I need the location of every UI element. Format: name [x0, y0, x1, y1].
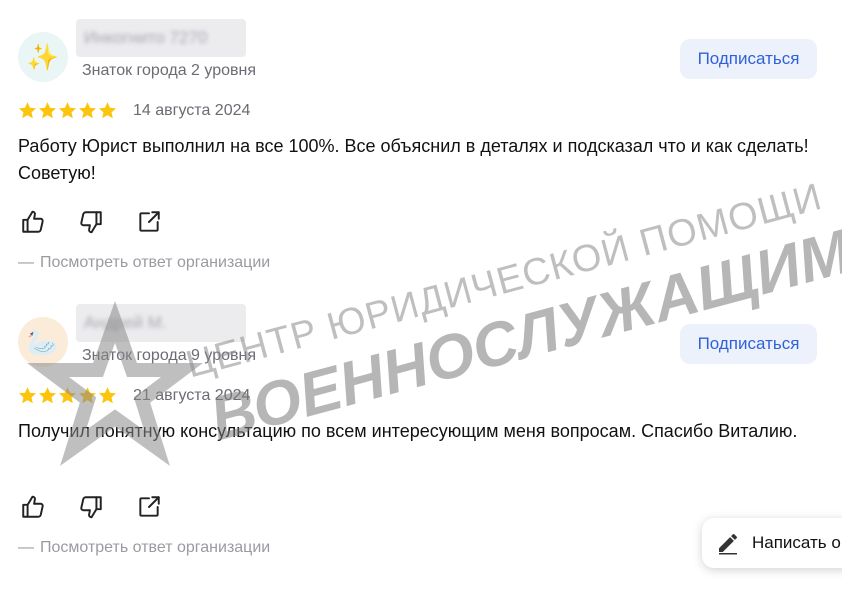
review-actions: [20, 209, 194, 235]
review-date: 14 августа 2024: [133, 102, 251, 119]
star-icon: [99, 102, 116, 119]
thumb-down-icon[interactable]: [78, 209, 104, 235]
view-org-reply-label: Посмотреть ответ организации: [40, 539, 271, 556]
star-icon: [39, 102, 56, 119]
star-icon: [79, 387, 96, 404]
thumb-down-icon[interactable]: [78, 494, 104, 520]
subscribe-button[interactable]: Подписаться: [680, 324, 817, 364]
avatar[interactable]: 🦢: [18, 317, 68, 367]
view-org-reply-label: Посмотреть ответ организации: [40, 254, 271, 271]
review-text: Работу Юрист выполнил на все 100%. Все о…: [18, 136, 809, 183]
goose-icon: 🦢: [26, 326, 60, 357]
share-icon[interactable]: [136, 209, 162, 235]
star-icon: [19, 387, 36, 404]
subscribe-button[interactable]: Подписаться: [680, 39, 817, 79]
dash-glyph: —: [18, 254, 34, 271]
dash-glyph: —: [18, 539, 34, 556]
rating-stars: [18, 101, 117, 120]
thumb-up-icon[interactable]: [20, 209, 46, 235]
review-actions: [20, 494, 194, 520]
pencil-icon: [719, 534, 737, 555]
review-card: ✨ Инкогнито 7270 Знаток города 2 уровня …: [0, 17, 842, 302]
view-org-reply-link[interactable]: — Посмотреть ответ организации: [18, 539, 270, 557]
author-name[interactable]: Андрей М.: [76, 304, 246, 342]
star-icon: [59, 102, 76, 119]
sparkles-icon: ✨: [26, 41, 60, 72]
author-name-text: Андрей М.: [84, 313, 167, 332]
author-name-text: Инкогнито 7270: [84, 28, 208, 47]
author-level: Знаток города 2 уровня: [82, 62, 257, 79]
review-text: Получил понятную консультацию по всем ин…: [18, 421, 798, 441]
star-icon: [19, 102, 36, 119]
rating-stars: [18, 386, 117, 405]
author-level: Знаток города 9 уровня: [82, 347, 257, 364]
share-icon[interactable]: [136, 494, 162, 520]
author-name[interactable]: Инкогнито 7270: [76, 19, 246, 57]
star-icon: [99, 387, 116, 404]
star-icon: [79, 102, 96, 119]
thumb-up-icon[interactable]: [20, 494, 46, 520]
write-review-button[interactable]: Написать о: [702, 518, 842, 568]
view-org-reply-link[interactable]: — Посмотреть ответ организации: [18, 254, 270, 272]
review-date: 21 августа 2024: [133, 387, 251, 404]
write-review-label: Написать о: [752, 533, 841, 552]
star-icon: [39, 387, 56, 404]
avatar[interactable]: ✨: [18, 32, 68, 82]
star-icon: [59, 387, 76, 404]
